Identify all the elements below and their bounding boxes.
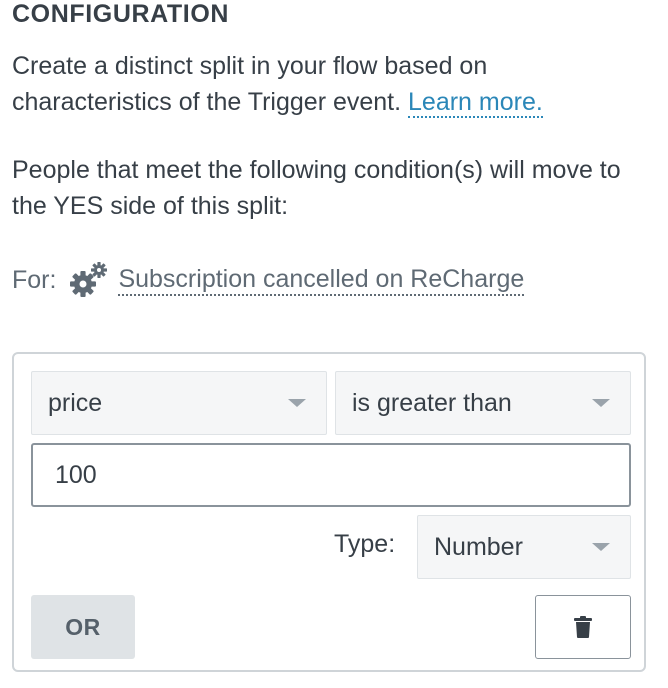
chevron-down-icon [592,543,610,551]
delete-condition-button[interactable] [535,595,631,659]
type-label: Type: [334,530,396,558]
or-button[interactable]: OR [31,595,135,659]
description-text: Create a distinct split in your flow bas… [12,48,652,120]
condition-intro-text: People that meet the following condition… [12,156,621,220]
value-input[interactable] [31,443,631,507]
operator-select-value: is greater than [352,388,512,417]
for-label: For: [12,265,57,294]
type-select[interactable]: Number [417,515,631,579]
condition-panel: price is greater than Type: Number OR [12,352,646,672]
chevron-down-icon [592,399,610,407]
section-heading: CONFIGURATION [12,0,230,28]
gears-icon [70,262,108,297]
operator-select[interactable]: is greater than [335,371,631,435]
field-select-value: price [48,388,103,417]
learn-more-link[interactable]: Learn more. [408,88,543,118]
chevron-down-icon [288,399,306,407]
trash-icon [574,616,592,638]
trigger-row: For: Subscription cancelled on ReCharge [12,260,525,300]
trigger-event-link[interactable]: Subscription cancelled on ReCharge [118,264,525,296]
field-select[interactable]: price [31,371,327,435]
type-select-value: Number [434,532,523,561]
